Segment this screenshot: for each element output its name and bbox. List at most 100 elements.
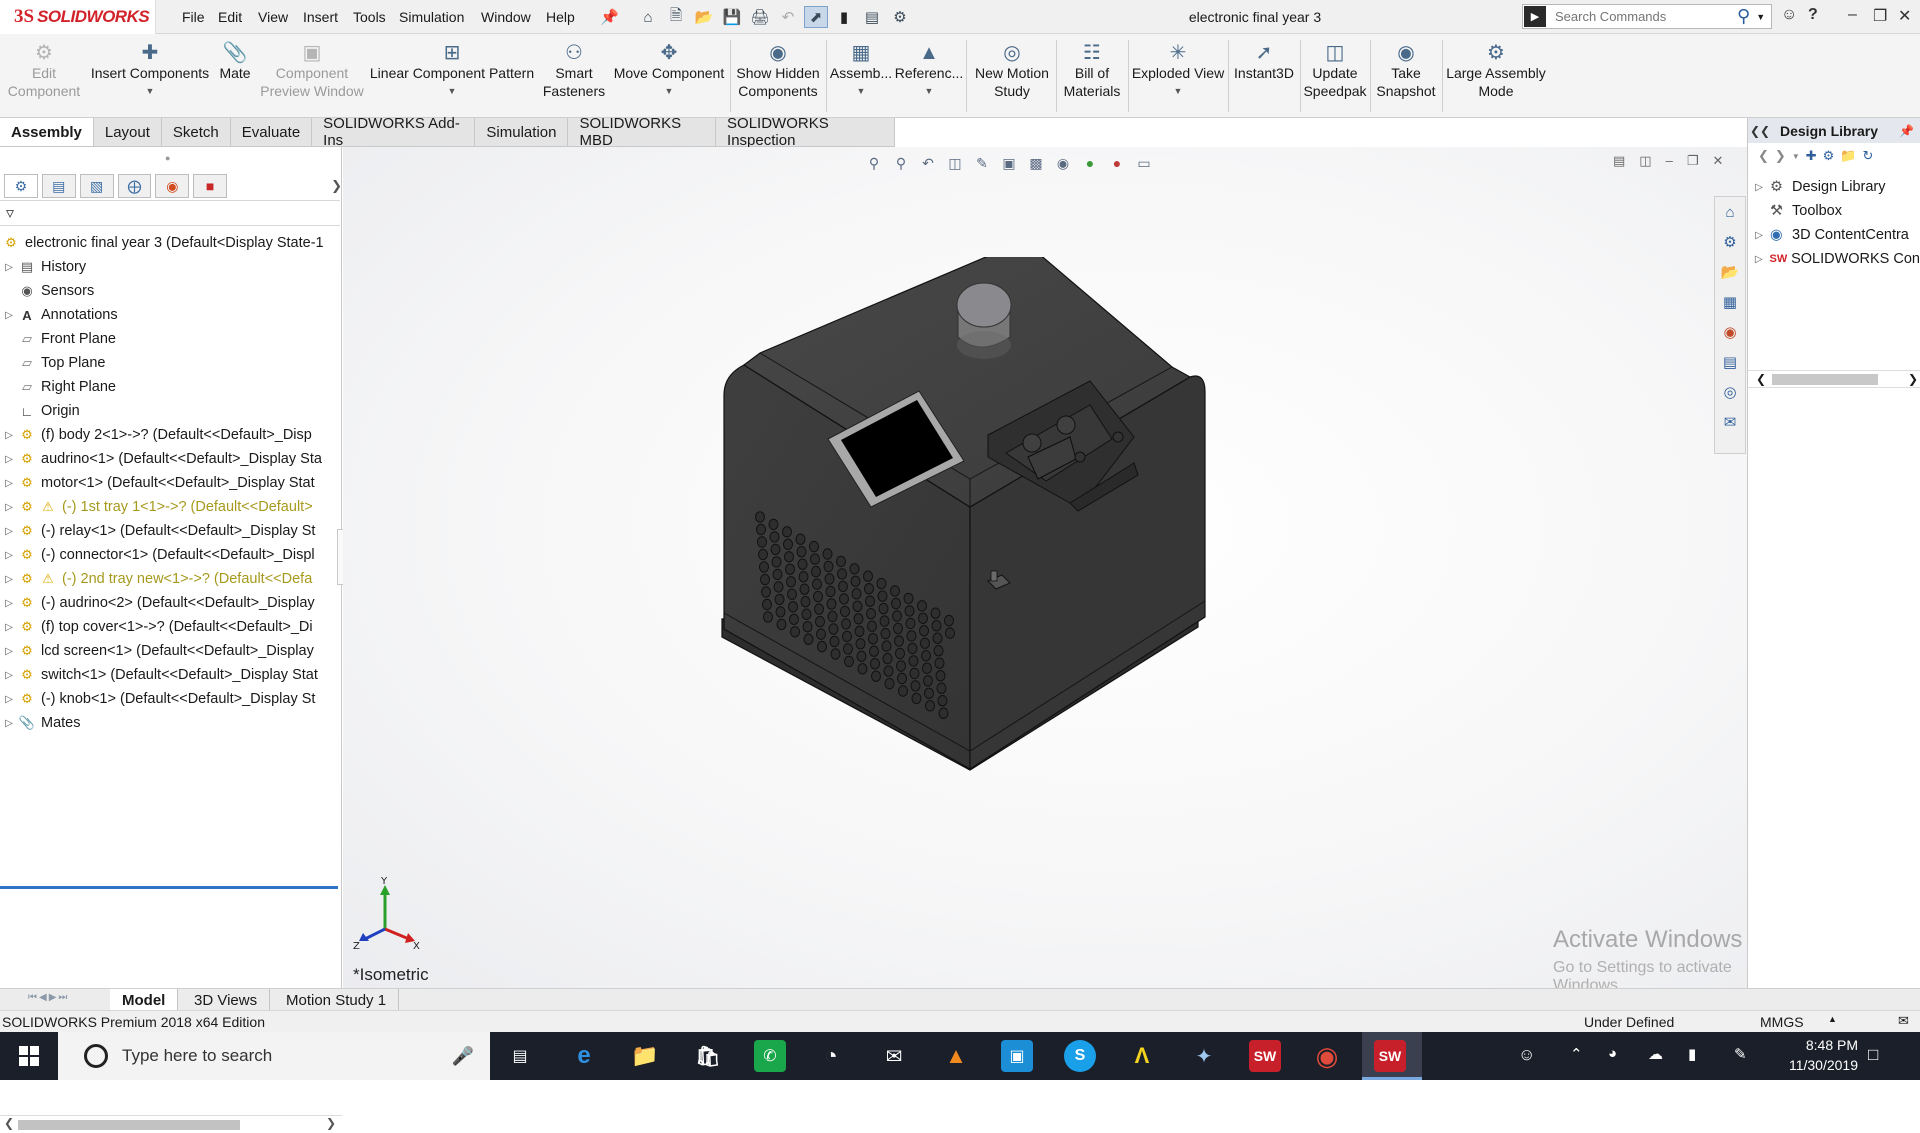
next-tab-icon[interactable]: ▶ [49,992,57,1003]
bill-of-materials-button[interactable]: ☷ Bill of Materials [1058,34,1126,118]
split-icon[interactable]: ◫ [1639,153,1651,169]
move-component-button[interactable]: ✥ Move Component ▼ [612,34,726,118]
menu-help[interactable]: Help [546,9,575,25]
expand-icon[interactable]: ▷ [0,430,18,441]
search-commands[interactable]: ▶ ⚲ ▼ [1522,4,1772,29]
library-item-solidworks-content[interactable]: ▷ SW SOLIDWORKS Con [1748,247,1920,271]
take-snapshot-button[interactable]: ◉ Take Snapshot [1372,34,1440,118]
new-document-icon[interactable]: 🗎 [664,6,688,28]
tree-item-right-plane[interactable]: ▱ Right Plane [0,375,342,399]
assembly-3d-model[interactable] [720,257,1320,917]
home-icon[interactable]: ⌂ [636,6,660,28]
pen-icon[interactable]: ✎ [1734,1045,1747,1063]
menu-tools[interactable]: Tools [353,9,386,25]
chevron-down-icon[interactable]: ▼ [857,82,866,100]
search-dropdown-icon[interactable]: ▼ [1756,12,1765,22]
unit-system[interactable]: MMGS [1760,1014,1804,1030]
tree-item-history[interactable]: ▷ ▤ History [0,255,342,279]
tree-item-mates[interactable]: ▷ 📎 Mates [0,711,342,735]
print-icon[interactable]: 🖨 [748,6,772,28]
show-hidden-icons-icon[interactable]: ⌃ [1570,1045,1583,1063]
feature-tree-tab-icon[interactable]: ⚙ [4,174,38,198]
calendar-app-icon[interactable]: ▣ [1001,1040,1033,1072]
menu-view[interactable]: View [258,9,288,25]
library-item-design-library[interactable]: ▷ ⚙ Design Library [1748,175,1920,199]
menu-insert[interactable]: Insert [303,9,338,25]
tab-sketch[interactable]: Sketch [161,118,231,146]
tree-item-component[interactable]: ▷ ⚙ (-) knob<1> (Default<<Default>_Displ… [0,687,342,711]
collapse-pane-icon[interactable]: ❮❮ [1748,124,1772,138]
tree-item-component-warning[interactable]: ▷ ⚙ ⚠ (-) 2nd tray new<1>->? (Default<<D… [0,567,342,591]
tab-model[interactable]: Model [110,989,179,1011]
whatsapp-icon[interactable]: ✆ [754,1040,786,1072]
section-view-icon[interactable]: ◫ [944,153,966,173]
dimxpert-tab-icon[interactable]: ⨁ [117,174,152,198]
custom-properties-tab-icon[interactable]: ▤ [1715,347,1745,377]
onedrive-icon[interactable]: ☁ [1648,1045,1663,1063]
property-manager-tab-icon[interactable]: ▤ [41,174,76,198]
rollback-bar[interactable] [0,886,338,889]
tab-assembly[interactable]: Assembly [0,118,94,146]
file-explorer-icon[interactable]: 📁 [629,1040,661,1072]
tab-layout[interactable]: Layout [93,118,162,146]
tree-item-component[interactable]: ▷ ⚙ (f) top cover<1>->? (Default<<Defaul… [0,615,342,639]
expand-icon[interactable]: ▷ [0,622,18,633]
store-icon[interactable]: 🛍 [692,1040,724,1072]
reference-geometry-button[interactable]: ▲ Referenc... ▼ [895,34,963,118]
people-icon[interactable]: ☺ [1518,1045,1535,1065]
knob[interactable] [956,282,1012,359]
tree-item-component-warning[interactable]: ▷ ⚙ ⚠ (-) 1st tray 1<1>->? (Default<<Def… [0,495,342,519]
graphics-area[interactable]: ⚲ ⚲ ↶ ◫ ✎ ▣ ▩ ◉ ● ● ▭ Y Z X *Isometric A… [343,147,1747,994]
minimize-icon[interactable]: – [1848,6,1857,24]
menu-simulation[interactable]: Simulation [399,9,464,25]
expand-icon[interactable]: ▷ [0,646,18,657]
expand-icon[interactable]: ▷ [0,670,18,681]
viewport-minimize-icon[interactable]: – [1666,153,1673,169]
hide-show-items-icon[interactable]: ◉ [1052,153,1074,173]
restore-icon[interactable]: ❐ [1873,6,1887,26]
library-item-toolbox[interactable]: ⚒ Toolbox [1748,199,1920,223]
component-preview-button[interactable]: ▣ Component Preview Window [258,34,366,118]
cam-tab-icon[interactable]: ■ [193,174,228,198]
sketch-app-icon[interactable]: ✦ [1188,1040,1220,1072]
task-view-icon[interactable]: ▤ [504,1040,536,1072]
horizontal-scrollbar[interactable]: ❮ ❯ [0,1115,342,1133]
taskbar-search-box[interactable]: Type here to search 🎤 [58,1032,490,1080]
expand-icon[interactable]: ▷ [1748,254,1770,265]
scrollbar-thumb[interactable] [1772,374,1878,385]
tree-item-top-plane[interactable]: ▱ Top Plane [0,351,342,375]
select-pointer-icon[interactable]: ⬈ [804,6,828,28]
create-folder-icon[interactable]: 📁 [1840,148,1856,164]
expand-icon[interactable]: ▷ [1748,182,1770,193]
expand-icon[interactable]: ▷ [0,718,18,729]
tab-inspection[interactable]: SOLIDWORKS Inspection [716,115,895,149]
expand-icon[interactable]: ▷ [0,262,18,273]
assembly-features-button[interactable]: ▦ Assemb... ▼ [828,34,894,118]
tab-motion-study[interactable]: Motion Study 1 [274,989,400,1011]
scroll-left-icon[interactable]: ❮ [1756,372,1766,386]
insert-components-button[interactable]: ✚ Insert Components ▼ [88,34,212,118]
chevron-right-icon[interactable]: ❯ [331,178,342,194]
expand-icon[interactable]: ▷ [0,478,18,489]
chevron-down-icon[interactable]: ▼ [146,82,155,100]
tab-3d-views[interactable]: 3D Views [182,989,271,1011]
viewport-close-icon[interactable]: ✕ [1712,153,1723,169]
smart-fasteners-button[interactable]: ⚇ Smart Fasteners [538,34,610,118]
library-horizontal-scrollbar[interactable]: ❮ ❯ [1748,370,1920,388]
design-library-tab-icon[interactable]: ⚙ [1715,227,1745,257]
units-dropdown-icon[interactable]: ▲ [1828,1014,1837,1024]
options-gear-icon[interactable]: ⚙ [888,6,912,28]
expand-icon[interactable]: ▷ [0,598,18,609]
scroll-right-icon[interactable]: ❯ [326,1116,336,1130]
rebuild-icon[interactable]: ▮ [832,6,856,28]
battery-icon[interactable]: ▮ [1688,1045,1696,1063]
previous-view-icon[interactable]: ↶ [917,153,939,173]
expand-icon[interactable]: ▷ [1748,230,1770,241]
tree-item-sensors[interactable]: ◉ Sensors [0,279,342,303]
chrome-icon[interactable]: ◉ [1311,1040,1343,1072]
edit-component-button[interactable]: ⚙ Edit Component [4,34,84,118]
start-button[interactable] [0,1032,58,1080]
zoom-to-fit-icon[interactable]: ⚲ [863,153,885,173]
solidworks-forum-tab-icon[interactable]: ◎ [1715,377,1745,407]
scrollbar-thumb[interactable] [18,1120,240,1130]
